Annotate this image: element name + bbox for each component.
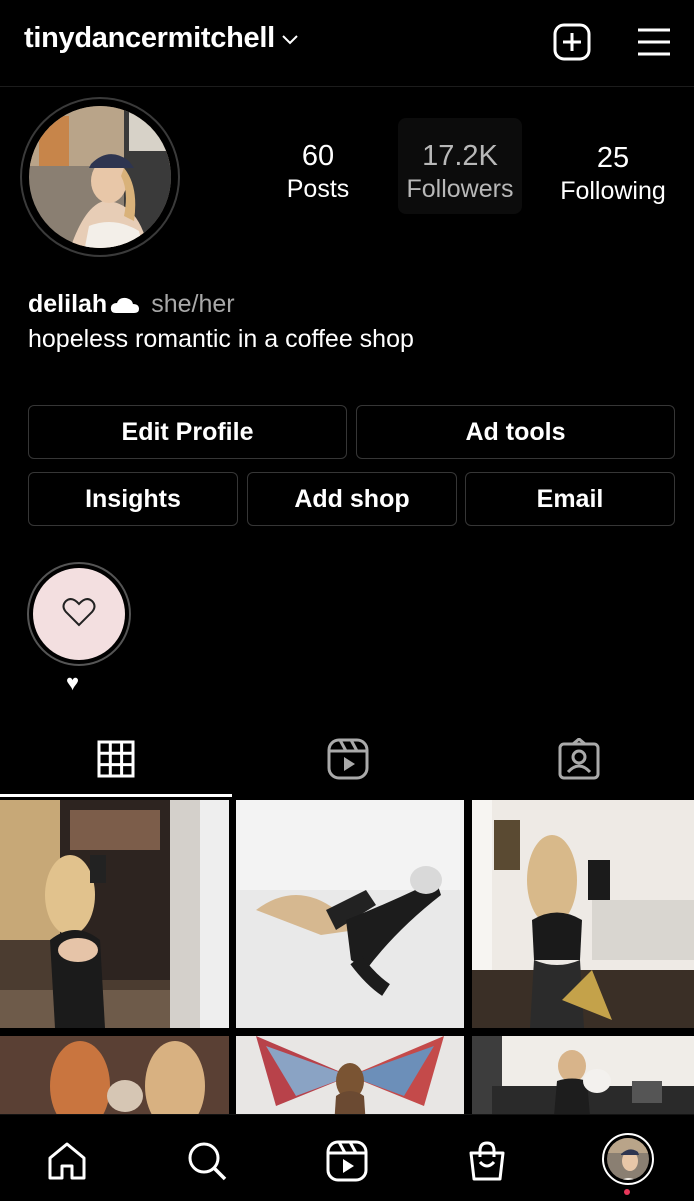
display-name: delilah [28,290,108,318]
tab-tagged[interactable] [463,725,694,797]
profile-avatar[interactable] [602,1133,654,1185]
heart-outline-icon [62,597,96,632]
grid-post[interactable] [236,800,464,1028]
grid-post[interactable] [472,800,694,1028]
account-switcher[interactable]: tinydancermitchell [24,22,299,55]
add-shop-button[interactable]: Add shop [247,472,457,526]
ad-tools-button[interactable]: Ad tools [356,405,675,459]
stat-posts[interactable]: 60 Posts [282,140,354,206]
notification-dot [624,1189,630,1195]
active-tab-indicator [0,794,232,797]
chevron-down-icon [281,32,299,50]
stat-following[interactable]: 25 Following [555,142,671,208]
bio-name-line: delilah she/her [28,290,235,319]
posts-count: 60 [301,140,335,172]
bio-text: hopeless romantic in a coffee shop [28,325,414,353]
following-label: Following [560,177,666,205]
reels-icon [327,738,369,785]
grid-post[interactable] [0,800,229,1028]
story-highlight[interactable] [27,562,131,666]
menu-icon[interactable] [634,22,674,62]
grid-post[interactable] [236,1036,464,1120]
grid-icon [97,740,135,783]
shop-icon[interactable] [463,1137,511,1185]
followers-count: 17.2K [422,140,498,172]
tab-reels[interactable] [232,725,463,797]
home-icon[interactable] [43,1137,91,1185]
bottom-nav [0,1114,694,1201]
pronouns: she/her [151,290,235,318]
reels-icon[interactable] [323,1137,371,1185]
profile-avatar [29,106,171,248]
insights-button[interactable]: Insights [28,472,238,526]
grid-post[interactable] [0,1036,229,1120]
post-grid [0,800,694,1120]
grid-post[interactable] [472,1036,694,1120]
followers-label: Followers [406,175,514,203]
tab-grid[interactable] [0,725,231,797]
tagged-icon [558,736,600,785]
new-post-icon[interactable] [552,22,592,62]
edit-profile-button[interactable]: Edit Profile [28,405,347,459]
email-button[interactable]: Email [465,472,675,526]
highlight-cover [33,568,125,660]
profile-avatar-ring[interactable] [20,97,180,257]
posts-label: Posts [286,175,350,203]
top-bar: tinydancermitchell [0,0,694,87]
username: tinydancermitchell [24,22,275,54]
stat-followers[interactable]: 17.2K Followers [398,118,522,214]
following-count: 25 [596,142,630,174]
search-icon[interactable] [183,1137,231,1185]
profile-tabs [0,725,694,797]
cloud-icon [109,295,141,315]
highlight-label: ♥ [66,670,80,695]
